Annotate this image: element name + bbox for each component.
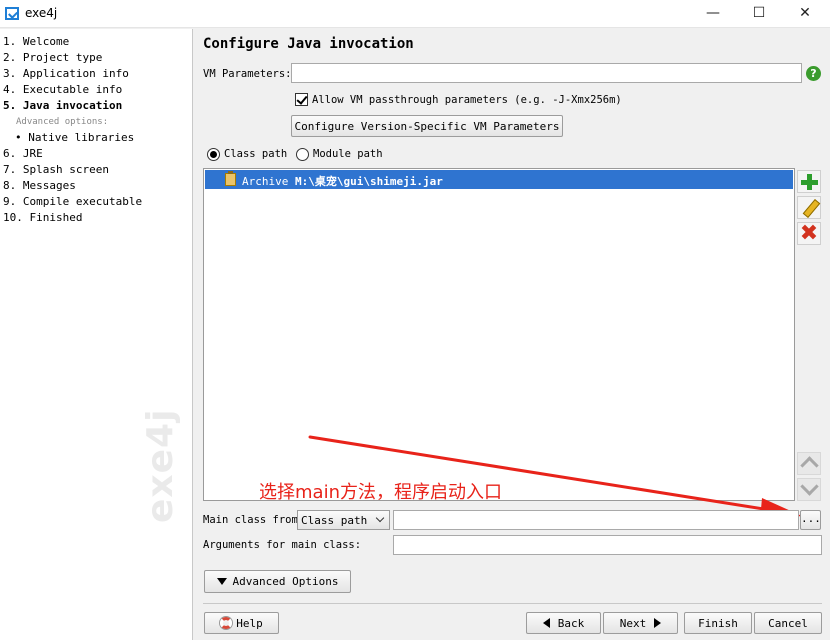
classpath-list[interactable]: Archive M:\桌宠\gui\shimeji.jar [203,168,795,501]
step-java-invocation[interactable]: 5. Java invocation [3,99,122,112]
next-button[interactable]: Next [603,612,678,634]
arguments-label: Arguments for main class: [203,539,362,551]
step-welcome[interactable]: 1. Welcome [3,35,69,48]
step-splash-screen[interactable]: 7. Splash screen [3,163,109,176]
back-button[interactable]: Back [526,612,601,634]
maximize-button[interactable]: ☐ [736,0,782,28]
class-path-radio-label: Class path [224,148,288,160]
close-button[interactable]: ✕ [782,0,828,28]
step-finished[interactable]: 10. Finished [3,211,82,224]
add-entry-button[interactable] [797,170,821,193]
vm-parameters-input[interactable] [291,63,802,83]
arrow-left-icon [542,618,550,628]
finish-button[interactable]: Finish [684,612,752,634]
page-title: Configure Java invocation [203,36,414,52]
class-path-radio[interactable] [207,148,220,161]
module-path-radio-label: Module path [313,148,383,160]
minimize-button[interactable]: — [690,0,736,28]
step-messages[interactable]: 8. Messages [3,179,76,192]
arrow-right-icon [654,618,662,628]
chevron-up-icon [800,456,819,475]
triangle-down-icon [216,578,227,585]
wizard-steps-sidebar: 1. Welcome 2. Project type 3. Applicatio… [0,29,193,640]
configure-version-specific-button[interactable]: Configure Version-Specific VM Parameters [291,115,563,137]
vm-parameters-label: VM Parameters: [203,68,292,80]
step-jre[interactable]: 6. JRE [3,147,43,160]
entry-type: Archive [242,175,289,188]
chevron-down-icon [375,513,385,523]
step-compile-executable[interactable]: 9. Compile executable [3,195,142,208]
move-up-button[interactable] [797,452,821,475]
main-class-from-label: Main class from [203,514,298,526]
advanced-options-caption: Advanced options: [16,117,109,127]
chevron-down-icon [800,477,819,496]
help-icon[interactable]: ? [806,66,821,81]
arguments-input[interactable] [393,535,822,555]
lifebuoy-icon [220,617,233,629]
passthrough-label: Allow VM passthrough parameters (e.g. -J… [312,94,622,106]
edit-entry-button[interactable] [797,196,821,219]
exe4j-watermark-logo: exe4j [140,408,181,523]
annotation-text: 选择main方法，程序启动入口 [259,482,502,503]
browse-main-class-button[interactable]: ... [800,510,821,530]
move-down-button[interactable] [797,477,821,501]
window-title: exe4j [25,6,58,20]
cancel-button[interactable]: Cancel [754,612,822,634]
list-item[interactable]: Archive M:\桌宠\gui\shimeji.jar [205,170,793,189]
advanced-options-button[interactable]: Advanced Options [204,570,351,593]
main-class-input[interactable] [393,510,799,530]
exe4j-app-icon [5,7,19,20]
module-path-radio[interactable] [296,148,309,161]
entry-path: M:\桌宠\gui\shimeji.jar [294,175,443,188]
main-class-source-value: Class path [301,514,368,527]
step-project-type[interactable]: 2. Project type [3,51,102,64]
step-application-info[interactable]: 3. Application info [3,67,129,80]
remove-entry-button[interactable]: ✖ [797,222,821,245]
step-executable-info[interactable]: 4. Executable info [3,83,122,96]
window-titlebar: exe4j — ☐ ✕ [0,0,830,28]
main-class-source-select[interactable]: Class path [297,510,390,530]
passthrough-checkbox[interactable] [295,93,308,106]
jar-archive-icon [225,171,236,186]
footer-separator [203,603,822,604]
step-native-libraries[interactable]: • Native libraries [15,131,134,144]
help-button[interactable]: Help [204,612,279,634]
